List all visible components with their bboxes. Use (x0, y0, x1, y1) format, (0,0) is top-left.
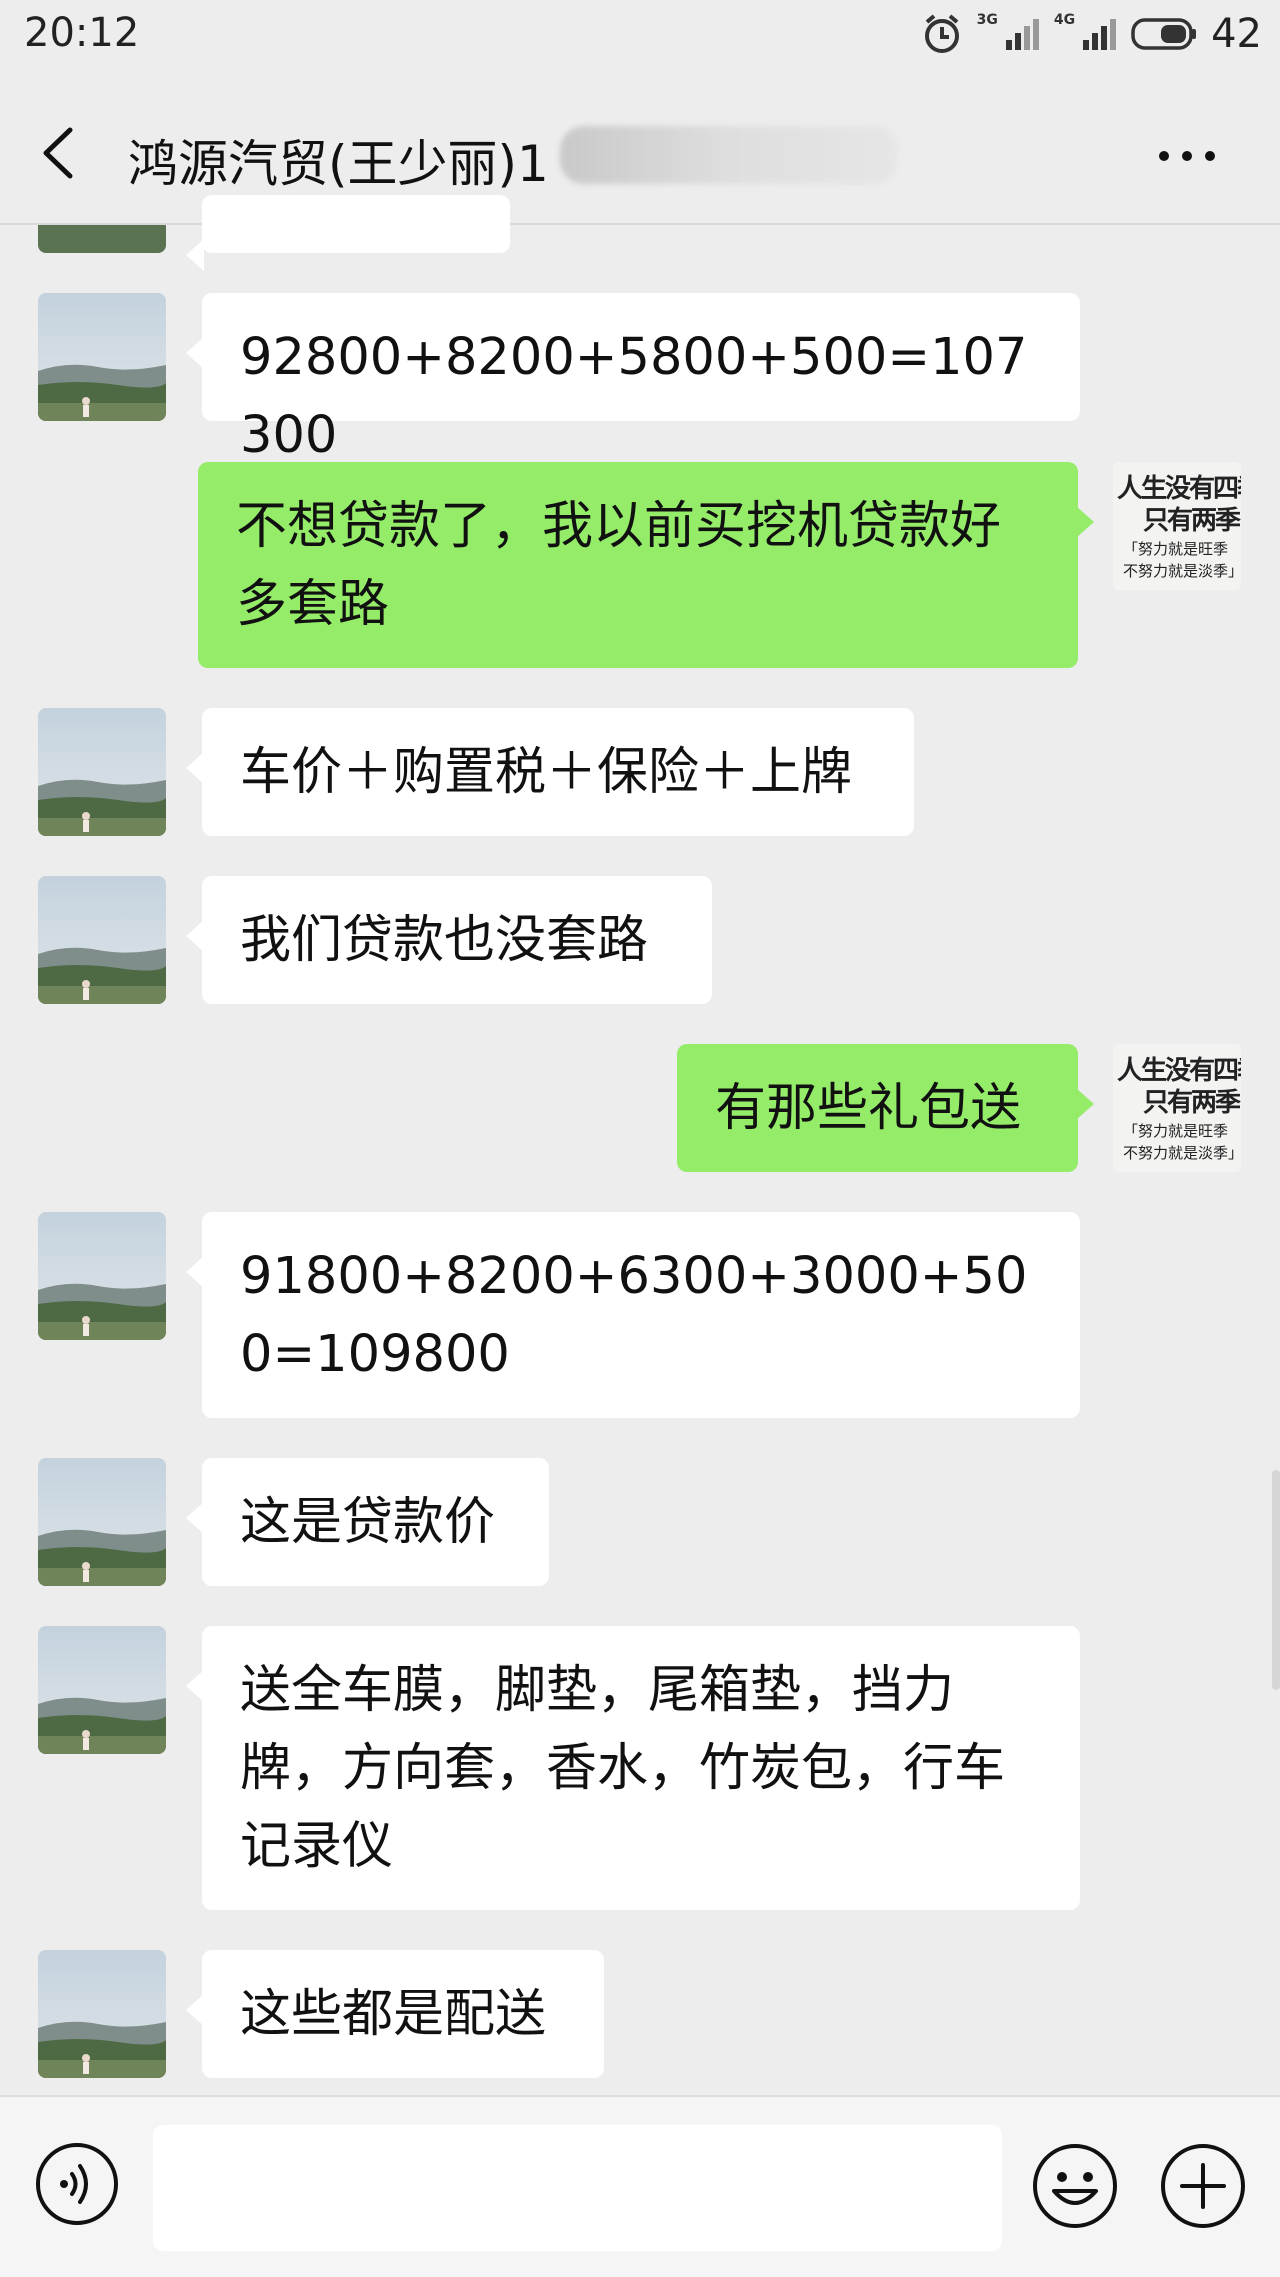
incoming-message-bubble[interactable]: 92800+8200+5800+500=107300 (186, 293, 1080, 465)
signal-icon (1083, 19, 1117, 50)
back-arrow-icon[interactable] (30, 118, 90, 188)
incoming-message-bubble[interactable]: 这些都是配送 (186, 1950, 604, 2078)
avatar-calligraphy: 只有两季 (1143, 506, 1241, 536)
message-bubble-partial[interactable] (186, 195, 510, 271)
more-options-icon[interactable] (1152, 136, 1222, 176)
avatar-calligraphy: 「努力就是旺季 (1123, 540, 1229, 558)
contact-avatar[interactable] (38, 1950, 166, 2078)
avatar-calligraphy: 不努力就是淡季」 (1123, 562, 1241, 580)
emoji-icon[interactable] (1030, 2141, 1120, 2231)
chat-title: 鸿源汽贸(王少丽)1 (128, 135, 549, 193)
contact-avatar[interactable] (38, 876, 166, 1004)
incoming-message-bubble[interactable]: 我们贷款也没套路 (186, 876, 712, 1004)
my-avatar[interactable]: 人生没有四季只有两季「努力就是旺季不努力就是淡季」 (1113, 1044, 1241, 1172)
scrollbar[interactable] (1272, 1470, 1280, 1690)
contact-avatar[interactable] (38, 1458, 166, 1586)
incoming-message-bubble[interactable]: 送全车膜，脚垫，尾箱垫，挡力牌，方向套，香水，竹炭包，行车记录仪 (186, 1626, 1080, 1910)
status-time: 20:12 (24, 10, 140, 56)
avatar-calligraphy: 「努力就是旺季 (1123, 1122, 1229, 1140)
contact-avatar[interactable] (38, 293, 166, 421)
network-3g-label: 3G (976, 12, 998, 28)
contact-avatar[interactable] (38, 1626, 166, 1754)
contact-avatar[interactable] (38, 708, 166, 836)
redacted-blur (560, 126, 898, 184)
incoming-message-bubble[interactable]: 车价＋购置税＋保险＋上牌 (186, 708, 914, 836)
alarm-icon (924, 14, 959, 53)
contact-avatar[interactable] (38, 1212, 166, 1340)
input-bar (0, 2095, 1280, 2277)
outgoing-message-bubble[interactable]: 不想贷款了，我以前买挖机贷款好多套路 (198, 462, 1094, 668)
avatar-calligraphy: 只有两季 (1143, 1088, 1241, 1118)
avatar-calligraphy: 不努力就是淡季」 (1123, 1144, 1241, 1162)
battery-icon (1131, 18, 1197, 50)
voice-input-icon[interactable] (34, 2141, 120, 2227)
add-attachment-icon[interactable] (1158, 2141, 1248, 2231)
signal-icon (1005, 19, 1039, 50)
my-avatar[interactable]: 人生没有四季只有两季「努力就是旺季不努力就是淡季」 (1113, 462, 1241, 590)
battery-level: 42 (1211, 11, 1262, 57)
outgoing-message-bubble[interactable]: 有那些礼包送 (677, 1044, 1094, 1172)
chat-header: 鸿源汽贸(王少丽)1 (0, 78, 1280, 225)
incoming-message-bubble[interactable]: 这是贷款价 (186, 1458, 549, 1586)
incoming-message-bubble[interactable]: 91800+8200+6300+3000+500=109800 (186, 1212, 1080, 1418)
message-input[interactable] (153, 2125, 1002, 2251)
status-icons: 3G 4G 42 (921, 10, 1262, 58)
status-bar: 20:12 3G 4G 42 (0, 0, 1280, 70)
network-4g-label: 4G (1053, 12, 1076, 28)
